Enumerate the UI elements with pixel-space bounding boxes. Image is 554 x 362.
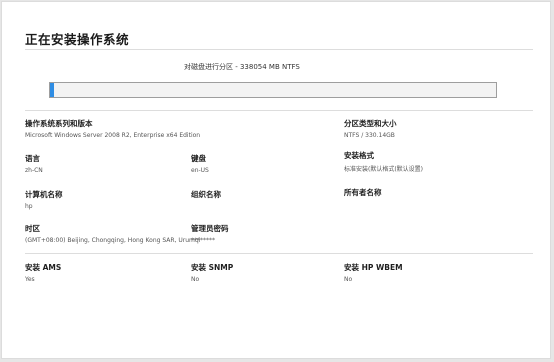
field-label: 键盘 [191,154,206,163]
page-title: 正在安装操作系统 [25,32,130,47]
field-language: 语言 zh-CN [25,153,43,174]
field-org-name: 组织名称 [191,189,221,203]
field-partition: 分区类型和大小 NTFS / 330.14GB [344,118,397,139]
status-text: 对磁盘进行分区 - 338054 MB NTFS [184,63,300,71]
field-value: en-US [191,167,209,174]
field-value: hp [25,203,33,210]
field-label: 语言 [25,154,40,163]
field-label: 安装 AMS [25,263,62,272]
field-value: No [344,276,353,283]
field-snmp: 安装 SNMP No [191,262,233,283]
field-value: 标准安装(默认格式(默认设置) [344,166,424,173]
field-admin-password: 管理员密码 ******** [191,223,229,244]
field-label: 时区 [25,224,40,233]
field-owner-name: 所有者名称 [344,187,382,201]
progress-fill [50,83,55,97]
field-value: No [191,276,200,283]
field-label: 组织名称 [191,190,221,199]
field-label: 安装格式 [344,151,374,160]
field-install-format: 安装格式 标准安装(默认格式(默认设置) [344,150,423,173]
progress-bar [49,82,497,98]
field-label: 操作系统系列和版本 [25,119,93,128]
field-timezone: 时区 (GMT+08:00) Beijing, Chongqing, Hong … [25,223,200,244]
field-value: zh-CN [25,167,43,174]
field-label: 安装 SNMP [191,263,234,272]
field-value: Microsoft Windows Server 2008 R2, Enterp… [25,132,201,139]
field-computer-name: 计算机名称 hp [25,189,63,210]
divider [25,49,533,50]
field-label: 分区类型和大小 [344,119,397,128]
divider [25,253,533,254]
field-label: 所有者名称 [344,188,382,197]
divider [25,110,533,111]
install-panel: 正在安装操作系统 对磁盘进行分区 - 338054 MB NTFS 操作系统系列… [1,1,551,359]
field-label: 安装 HP WBEM [344,263,403,272]
field-os: 操作系统系列和版本 Microsoft Windows Server 2008 … [25,118,200,139]
field-wbem: 安装 HP WBEM No [344,262,403,283]
field-value: ******** [191,237,215,244]
field-keyboard: 键盘 en-US [191,153,209,174]
field-value: Yes [25,276,35,283]
field-ams: 安装 AMS Yes [25,262,61,283]
field-value: (GMT+08:00) Beijing, Chongqing, Hong Kon… [25,237,201,244]
field-label: 计算机名称 [25,190,63,199]
field-label: 管理员密码 [191,224,229,233]
field-value: NTFS / 330.14GB [344,132,395,139]
